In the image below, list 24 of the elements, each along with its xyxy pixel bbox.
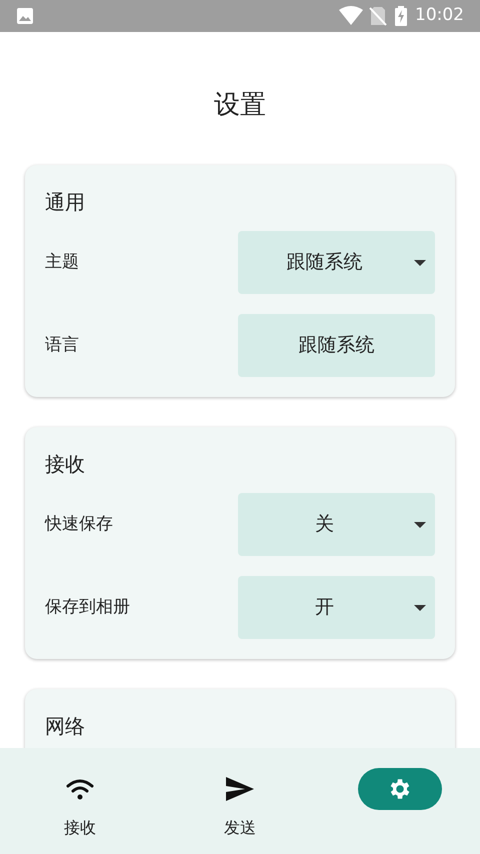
dropdown-caret-icon (413, 604, 427, 612)
dropdown-caret-icon (413, 520, 427, 528)
dropdown-field[interactable]: 开 (238, 576, 435, 639)
image-icon (16, 7, 34, 25)
setting-label: 语言 (45, 334, 79, 357)
dropdown-field[interactable]: 跟随系统 (238, 231, 435, 294)
wifi-icon (339, 6, 363, 26)
status-time: 10:02 (415, 4, 464, 28)
nav-label: 接收 (64, 817, 96, 839)
nav-label: 发送 (224, 817, 256, 839)
setting-label: 保存到相册 (45, 596, 130, 619)
setting-label: 快速保存 (45, 512, 113, 536)
wifi-icon (65, 777, 95, 801)
no-sim-icon (369, 6, 387, 26)
select-button[interactable]: 跟随系统 (238, 314, 435, 377)
section-title: 网络 (45, 713, 85, 740)
send-icon (225, 776, 255, 802)
dropdown-caret-icon (413, 258, 427, 266)
section-title: 接收 (45, 451, 85, 478)
page-title: 设置 (214, 89, 266, 122)
dropdown-field[interactable]: 关 (238, 493, 435, 556)
section-title: 通用 (45, 189, 85, 216)
setting-label: 主题 (45, 250, 79, 274)
battery-charging-icon (395, 6, 407, 26)
